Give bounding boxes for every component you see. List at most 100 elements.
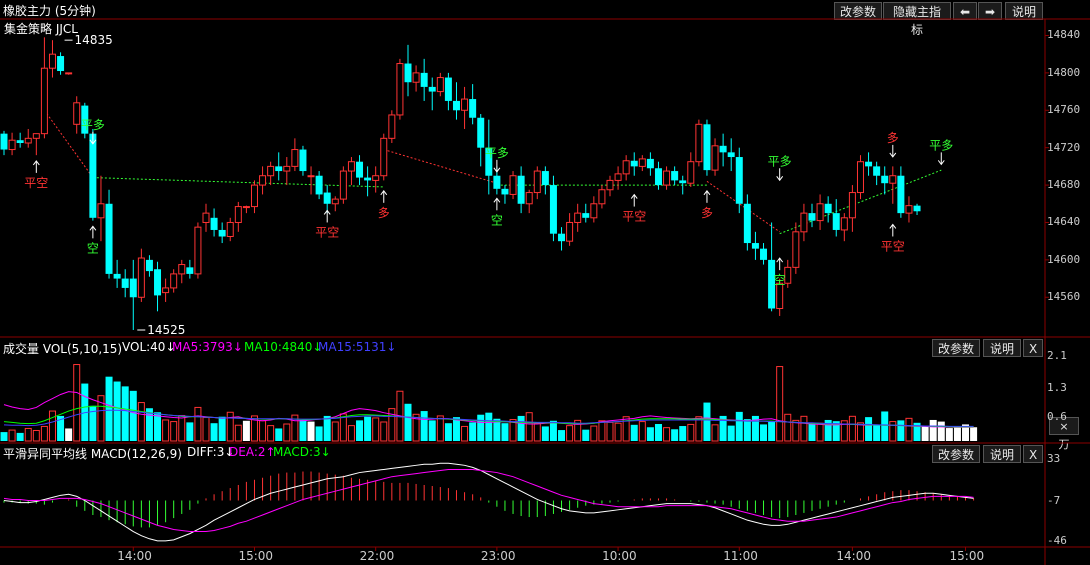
candle-body [913, 205, 921, 212]
candle-body [267, 165, 275, 177]
candle-body [65, 72, 73, 75]
candle-body [444, 77, 452, 101]
candle-body [234, 206, 242, 223]
x-tick-label: 15:00 [238, 549, 274, 563]
candle-body [558, 233, 566, 242]
candle-body [0, 133, 8, 150]
candle-body [824, 203, 832, 214]
candle-body [598, 189, 606, 205]
volume-bar [549, 420, 557, 441]
candle-body [477, 117, 485, 148]
macd-tick-label: -46 [1047, 533, 1067, 547]
candle-body [16, 140, 24, 144]
candle-body [800, 212, 808, 233]
volume-bar [73, 364, 81, 442]
volume-bar [501, 423, 509, 441]
y-tick-label: 14840 [1047, 28, 1081, 42]
volume-bar [558, 430, 566, 441]
volume-bar [24, 427, 32, 442]
macd-tick-label: 33 [1047, 452, 1061, 466]
volume-bar [897, 420, 905, 441]
volume-bar [703, 402, 711, 441]
candle-body [703, 124, 711, 171]
candle-body [380, 137, 388, 177]
volume-bar [654, 424, 662, 441]
candle-body [897, 175, 905, 214]
volume-bar [663, 427, 671, 442]
volume-bar [48, 410, 56, 442]
volume-bar [267, 425, 275, 442]
volume-bar [364, 416, 372, 441]
candle-body [218, 229, 226, 237]
candle-body [32, 133, 40, 139]
volume-bar [477, 414, 485, 441]
extreme-label: 14525 [147, 323, 185, 337]
candle-body [695, 123, 703, 163]
candle-body [202, 212, 210, 223]
candle-body [574, 212, 582, 223]
signal-label: 多 [701, 206, 713, 220]
candle-body [873, 166, 881, 176]
volume-bar [40, 425, 48, 442]
volume-bar [404, 403, 412, 441]
candle-body [865, 161, 873, 167]
volume-bar [315, 426, 323, 441]
signal-label: 空 [774, 273, 786, 287]
volume-bar [0, 432, 8, 441]
candle-body [40, 67, 48, 135]
volume-bar [784, 413, 792, 442]
volume-bar [420, 411, 428, 441]
volume-bar [929, 419, 937, 441]
volume-bar [202, 417, 210, 442]
candle-body [760, 248, 768, 260]
candle-body [687, 161, 695, 184]
candle-body [671, 171, 679, 181]
candle-body [638, 158, 646, 167]
candle-body [654, 168, 662, 186]
candle-body [614, 173, 622, 181]
volume-bar [743, 419, 751, 441]
candle-body [388, 114, 396, 139]
vol-tick-label: 1.3 [1047, 381, 1067, 395]
chart-canvas[interactable]: 1483514525平空平多空平空多平多空 平空 多平多空多平空平多 [0, 0, 1090, 565]
signal-label: 多 [378, 206, 390, 220]
x-tick-label: 14:00 [836, 549, 871, 563]
volume-bar [541, 426, 549, 441]
candle-body [347, 161, 355, 172]
candle-body [493, 175, 501, 189]
candle-body [194, 226, 202, 275]
volume-bar [525, 412, 533, 442]
volume-bar [436, 415, 444, 442]
x-tick-label: 11:00 [723, 549, 758, 563]
signal-label: 平空 [622, 210, 646, 224]
candle-body [509, 175, 517, 195]
volume-bar [444, 423, 452, 441]
candle-body [469, 99, 477, 118]
candle-body [735, 157, 743, 204]
y-tick-label: 14800 [1047, 65, 1081, 79]
candle-body [719, 145, 727, 153]
candle-body [590, 203, 598, 219]
signal-label: 空 [87, 241, 99, 255]
candle-body [113, 273, 121, 279]
volume-bar [259, 420, 267, 442]
volume-bar [234, 424, 242, 442]
candle-body [549, 185, 557, 234]
candle-body [792, 231, 800, 268]
volume-bar [970, 427, 978, 441]
x-tick-label: 15:00 [949, 549, 985, 563]
candle-body [856, 161, 864, 194]
volume-bar [129, 390, 137, 441]
volume-bar [889, 421, 897, 442]
candle-body [315, 175, 323, 195]
candle-body [840, 217, 848, 231]
candle-body [372, 175, 380, 181]
candle-body [105, 203, 113, 274]
candle-body [339, 170, 347, 200]
volume-bar [162, 419, 170, 442]
volume-bar [186, 422, 194, 441]
volume-bar [32, 429, 40, 442]
volume-bar [210, 423, 218, 441]
candle-body [889, 175, 897, 184]
volume-bar [105, 376, 113, 441]
